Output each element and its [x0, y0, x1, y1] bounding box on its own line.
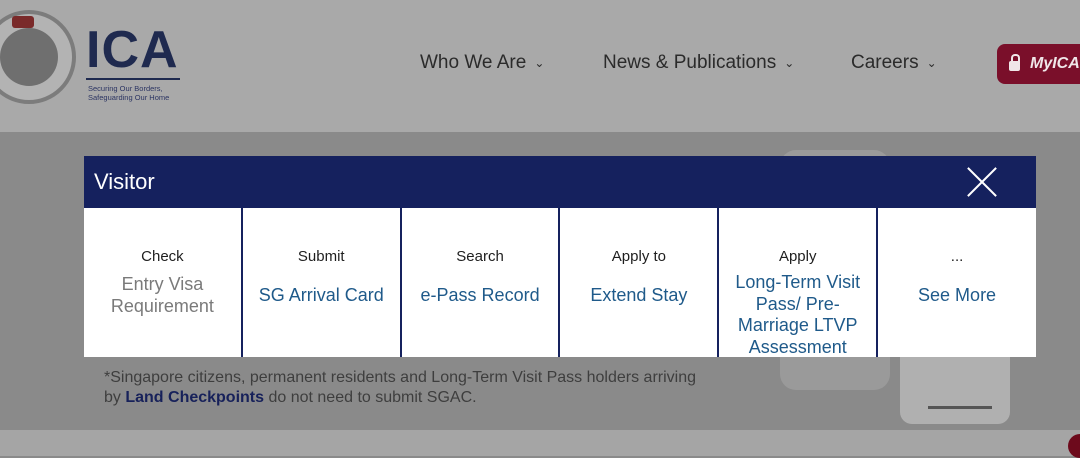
myica-label: MyICA [1030, 55, 1080, 72]
card-action: e-Pass Record [420, 285, 540, 305]
card-apply-extend-stay[interactable]: Apply to Extend Stay [560, 208, 718, 357]
card-action: SG Arrival Card [258, 285, 384, 305]
logo-tagline: Securing Our Borders, Safeguarding Our H… [88, 84, 188, 102]
site-header: ICA Securing Our Borders, Safeguarding O… [0, 0, 1080, 132]
chevron-down-icon: ⌄ [784, 56, 795, 70]
card-check-entry-visa[interactable]: Check Entry Visa Requirement [84, 208, 241, 357]
tagline-line-2: Safeguarding Our Home [88, 93, 170, 102]
tagline-line-1: Securing Our Borders, [88, 84, 163, 93]
ica-logo-text[interactable]: ICA [86, 24, 179, 76]
seal-crest [12, 16, 34, 28]
nav-careers-label: Careers [851, 52, 919, 73]
card-verb: ... [950, 248, 964, 265]
card-verb: Apply [778, 248, 817, 265]
sgac-footnote: *Singapore citizens, permanent residents… [104, 368, 704, 408]
visitor-modal-header: Visitor [84, 156, 1036, 208]
logo-divider [86, 78, 180, 80]
card-action: Long-Term Visit Pass/ Pre-Marriage LTVP … [735, 272, 861, 357]
nav-news-publications-label: News & Publications [603, 52, 777, 73]
nav-who-we-are[interactable]: Who We Are ⌄ [420, 52, 544, 74]
card-apply-ltvp[interactable]: Apply Long-Term Visit Pass/ Pre-Marriage… [719, 208, 877, 357]
lock-icon [1009, 54, 1020, 71]
card-action: See More [918, 285, 997, 305]
myica-login-button[interactable]: MyICA [997, 44, 1080, 84]
card-submit-sg-arrival[interactable]: Submit SG Arrival Card [242, 208, 400, 357]
chevron-down-icon: ⌄ [926, 56, 937, 70]
card-verb: Submit [297, 248, 345, 265]
card-verb: Apply to [611, 248, 666, 265]
card-verb: Search [456, 248, 504, 265]
close-icon[interactable] [964, 166, 1000, 198]
seal-inner [0, 28, 58, 86]
ica-seal-logo[interactable] [0, 10, 76, 104]
card-verb: Check [141, 248, 184, 265]
bottom-strip [0, 430, 1080, 456]
nav-news-publications[interactable]: News & Publications ⌄ [603, 52, 794, 74]
card-action: Extend Stay [590, 285, 688, 305]
card-see-more[interactable]: ... See More [878, 208, 1036, 357]
card-search-epass[interactable]: Search e-Pass Record [401, 208, 559, 357]
nav-careers[interactable]: Careers ⌄ [851, 52, 937, 74]
footnote-suffix: do not need to submit SGAC. [264, 389, 477, 406]
card-action: Entry Visa Requirement [110, 274, 214, 316]
land-checkpoints-link[interactable]: Land Checkpoints [125, 389, 264, 406]
modal-title: Visitor [94, 169, 155, 194]
visitor-services-cards: Check Entry Visa Requirement Submit SG A… [84, 208, 1036, 357]
nav-who-we-are-label: Who We Are [420, 52, 527, 73]
chevron-down-icon: ⌄ [534, 56, 545, 70]
